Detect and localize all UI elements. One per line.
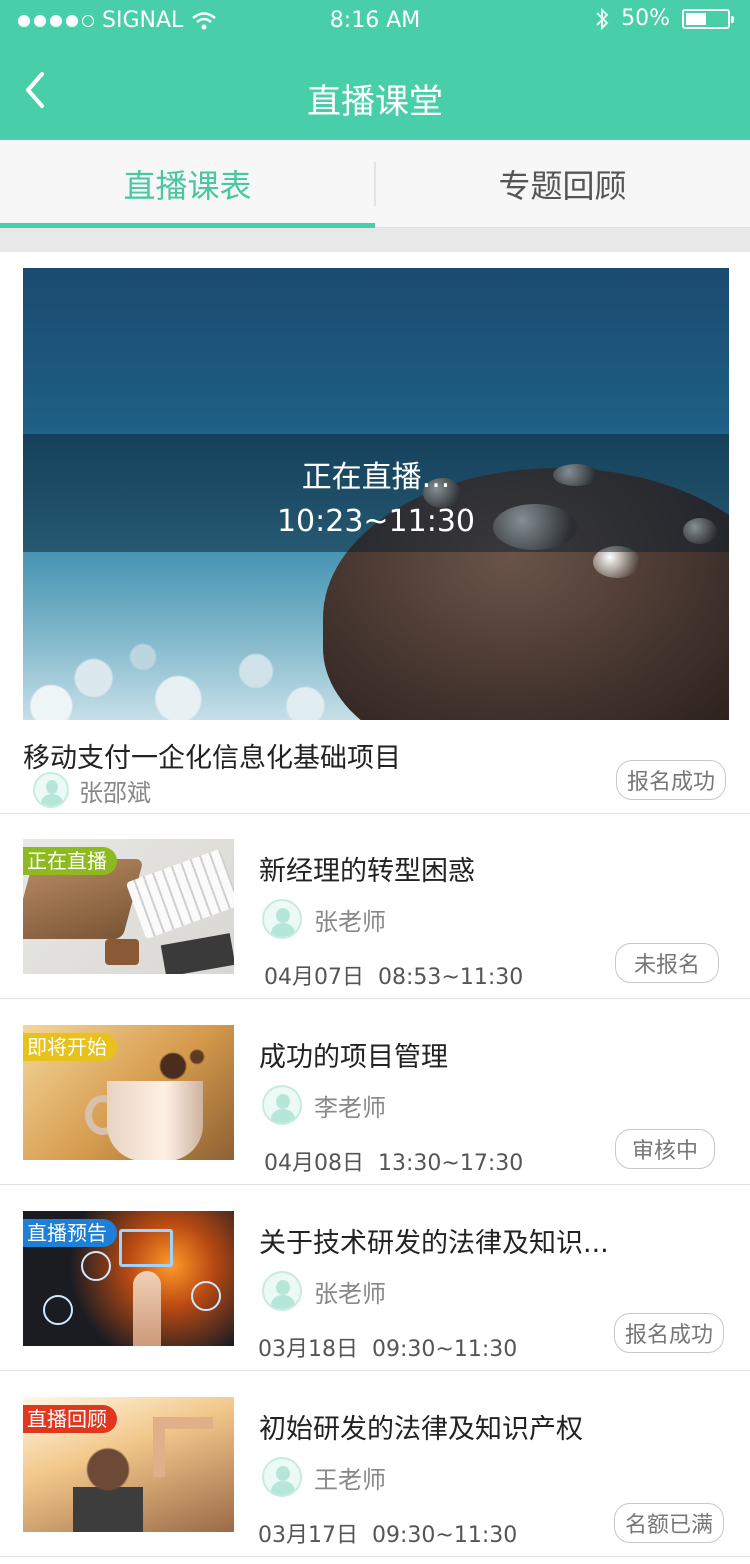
- course-datetime: 03月17日 09:30~11:30: [258, 1517, 531, 1549]
- course-date: 03月18日: [258, 1337, 358, 1362]
- course-list-item[interactable]: 直播预告 关于技术研发的法律及知识... 张老师 03月18日 09:30~11:…: [0, 1185, 750, 1371]
- course-status-tag: 即将开始: [23, 1033, 117, 1061]
- teacher-avatar-icon: [262, 1457, 302, 1497]
- tab-topic-review[interactable]: 专题回顾: [375, 140, 750, 228]
- status-bar: SIGNAL 8:16 AM 50%: [0, 0, 750, 40]
- teacher-avatar-icon: [33, 772, 69, 808]
- nav-bar: 直播课堂: [0, 40, 750, 140]
- course-datetime: 04月08日 13:30~17:30: [264, 1145, 537, 1177]
- course-title: 成功的项目管理: [259, 1042, 448, 1073]
- course-list-item[interactable]: 即将开始 成功的项目管理 李老师 04月08日 13:30~17:30 审核中: [0, 999, 750, 1185]
- registration-status-badge: 未报名: [615, 943, 720, 983]
- teacher-avatar-icon: [262, 1271, 302, 1311]
- teacher-name: 李老师: [314, 1093, 386, 1122]
- live-time-range: 10:23~11:30: [276, 504, 476, 539]
- teacher-avatar-icon: [262, 1085, 302, 1125]
- bluetooth-icon: [596, 7, 609, 30]
- course-datetime: 03月18日 09:30~11:30: [258, 1331, 531, 1363]
- course-teacher: 李老师: [262, 1085, 386, 1125]
- course-status-tag: 直播回顾: [23, 1405, 117, 1433]
- course-time: 08:53~11:30: [378, 965, 524, 990]
- featured-course-card[interactable]: 正在直播... 10:23~11:30 移动支付一企化信息化基础项目 张邵斌 报…: [0, 252, 750, 814]
- teacher-name: 张老师: [314, 1279, 386, 1308]
- course-thumbnail: 即将开始: [23, 1025, 234, 1160]
- course-list-item[interactable]: 直播回顾 初始研发的法律及知识产权 王老师 03月17日 09:30~11:30 …: [0, 1371, 750, 1557]
- live-status-text: 正在直播...: [301, 460, 451, 495]
- teacher-name: 王老师: [314, 1465, 386, 1494]
- course-teacher: 张老师: [262, 1271, 386, 1311]
- course-teacher: 张老师: [262, 899, 386, 939]
- section-divider: [0, 228, 750, 252]
- teacher-name: 张老师: [314, 907, 386, 936]
- tab-live-schedule[interactable]: 直播课表: [0, 140, 375, 228]
- course-thumbnail: 直播回顾: [23, 1397, 234, 1532]
- registration-status-badge: 审核中: [615, 1129, 716, 1169]
- featured-course-image[interactable]: 正在直播... 10:23~11:30: [23, 268, 729, 720]
- course-date: 04月08日: [264, 1151, 364, 1176]
- course-time: 09:30~11:30: [372, 1523, 518, 1548]
- course-title: 初始研发的法律及知识产权: [259, 1414, 583, 1445]
- course-date: 04月07日: [264, 965, 364, 990]
- featured-course-title: 移动支付一企化信息化基础项目: [23, 743, 401, 774]
- course-list-item[interactable]: 正在直播 新经理的转型困惑 张老师 04月07日 08:53~11:30 未报名: [0, 813, 750, 999]
- course-time: 09:30~11:30: [372, 1337, 518, 1362]
- top-bar: SIGNAL 8:16 AM 50% 直播课堂: [0, 0, 750, 140]
- teacher-avatar-icon: [262, 899, 302, 939]
- tab-bar: 直播课表 专题回顾: [0, 140, 750, 228]
- course-status-tag: 直播预告: [23, 1219, 117, 1247]
- course-title: 关于技术研发的法律及知识...: [259, 1228, 609, 1259]
- course-title: 新经理的转型困惑: [259, 856, 475, 887]
- page-title: 直播课堂: [307, 82, 443, 122]
- course-teacher: 王老师: [262, 1457, 386, 1497]
- course-thumbnail: 正在直播: [23, 839, 234, 974]
- registration-status-badge: 报名成功: [614, 1313, 725, 1353]
- course-status-tag: 正在直播: [23, 847, 117, 875]
- registration-status-badge: 名额已满: [614, 1503, 725, 1543]
- teacher-name: 张邵斌: [79, 778, 151, 807]
- course-date: 03月17日: [258, 1523, 358, 1548]
- registration-status-badge: 报名成功: [616, 760, 727, 800]
- course-datetime: 04月07日 08:53~11:30: [264, 959, 537, 991]
- course-time: 13:30~17:30: [378, 1151, 524, 1176]
- battery-percent: 50%: [621, 6, 670, 31]
- battery-icon: [682, 8, 734, 29]
- featured-teacher: 张邵斌: [33, 772, 151, 808]
- course-thumbnail: 直播预告: [23, 1211, 234, 1346]
